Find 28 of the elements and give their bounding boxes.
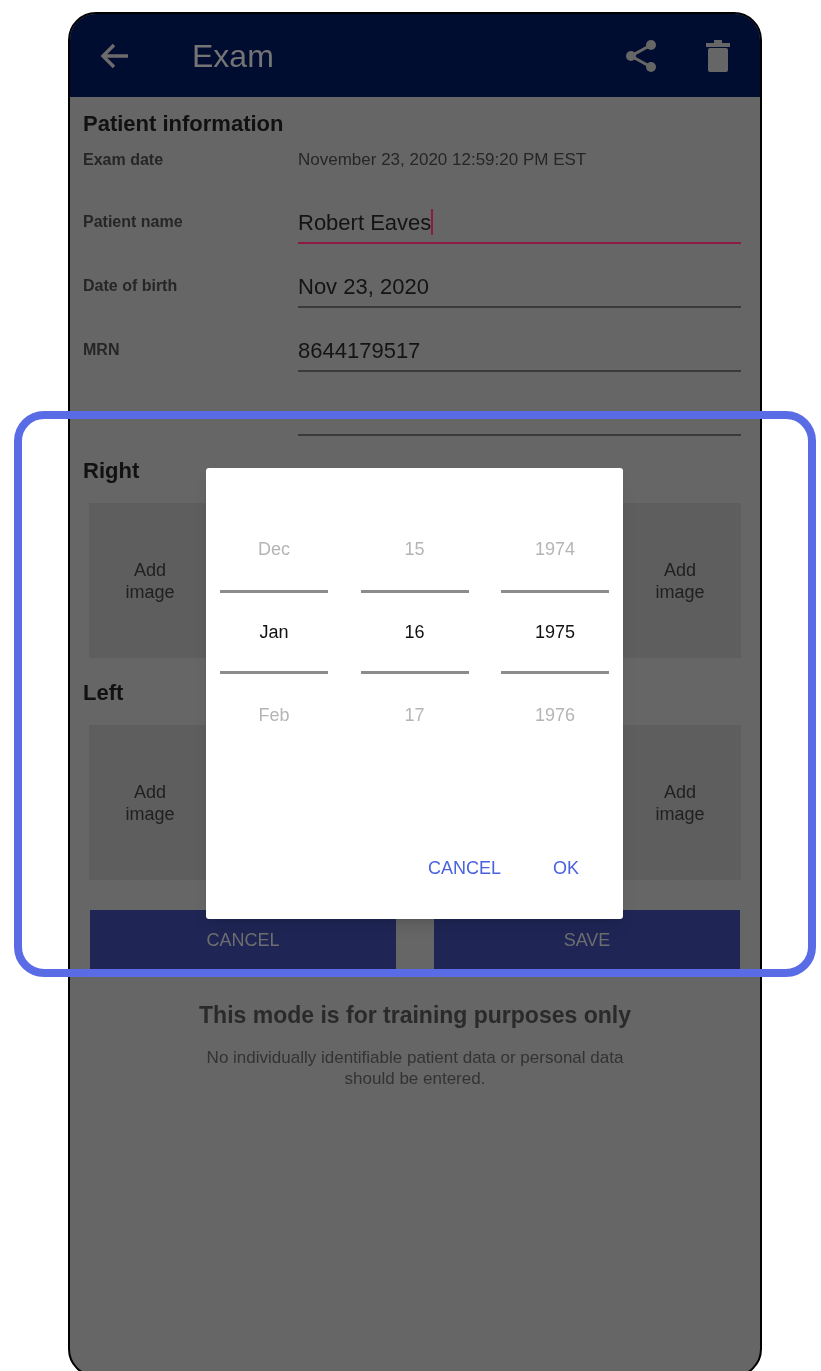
input-field[interactable]: 8644179517 bbox=[298, 330, 741, 372]
field-label: Patient name bbox=[83, 212, 184, 232]
picker-item[interactable]: 17 bbox=[360, 696, 469, 734]
picker-item[interactable]: 1975 bbox=[501, 590, 609, 674]
input-field[interactable]: Robert Eaves bbox=[298, 202, 741, 244]
input-field[interactable]: Nov 23, 2020 bbox=[298, 266, 741, 308]
picker-item[interactable]: 1974 bbox=[501, 530, 609, 568]
exam-date-value: November 23, 2020 12:59:20 PM EST bbox=[298, 149, 587, 172]
dialog-button[interactable]: CANCEL bbox=[411, 848, 517, 888]
picker-item[interactable]: 1976 bbox=[501, 696, 609, 734]
dialog-button[interactable]: OK bbox=[537, 848, 595, 888]
picker-item[interactable]: 16 bbox=[360, 590, 469, 674]
section-title: Patient information bbox=[83, 110, 285, 138]
screen-title: Exam bbox=[192, 36, 274, 76]
field-label: Date of birth bbox=[83, 276, 179, 296]
picker-item[interactable]: Dec bbox=[220, 530, 328, 568]
back-icon[interactable] bbox=[100, 42, 130, 69]
picker-item[interactable]: Feb bbox=[220, 696, 328, 734]
picker-item[interactable]: Jan bbox=[220, 590, 328, 674]
field-label: MRN bbox=[83, 340, 121, 360]
group-title: Right bbox=[83, 457, 140, 485]
delete-icon[interactable] bbox=[706, 39, 730, 72]
share-icon[interactable] bbox=[625, 38, 657, 73]
notice-title: This mode is for training purposes only bbox=[198, 1001, 632, 1030]
field-label: Exam date bbox=[83, 150, 165, 170]
picker-item[interactable]: 15 bbox=[360, 530, 469, 568]
group-title: Left bbox=[83, 679, 124, 707]
text-cursor bbox=[431, 209, 434, 235]
